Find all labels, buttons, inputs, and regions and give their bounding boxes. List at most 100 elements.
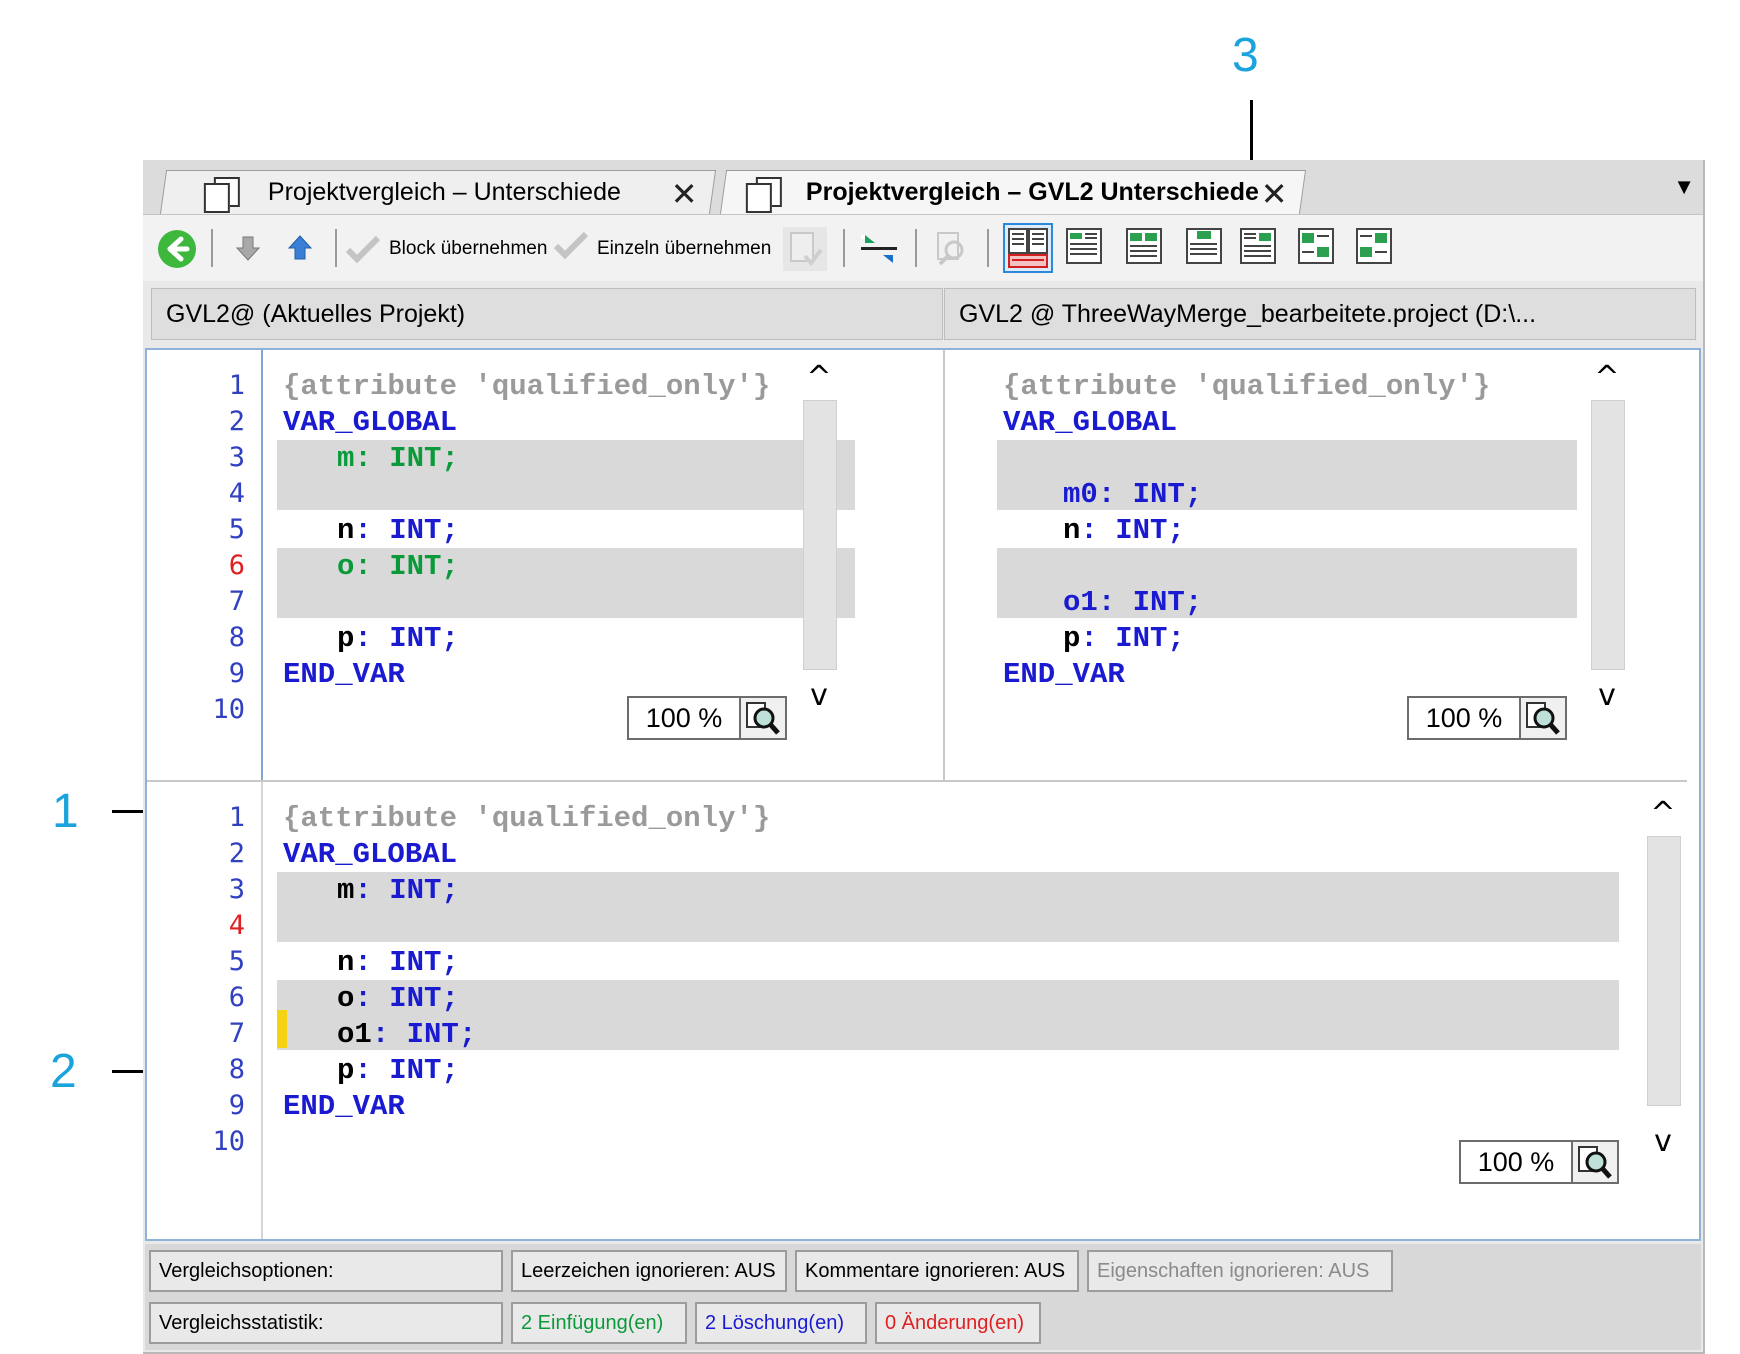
- checkmark-icon: [553, 231, 589, 260]
- scroll-up-icon[interactable]: ^: [1585, 360, 1629, 395]
- type-keyword: INT;: [389, 550, 459, 583]
- sync-selection-button[interactable]: [857, 229, 901, 269]
- scroll-track[interactable]: [1591, 400, 1625, 670]
- keyword: END_VAR: [1003, 658, 1125, 691]
- line-number: 3: [228, 874, 245, 905]
- scroll-down-icon[interactable]: v: [797, 678, 841, 713]
- merge-result-editor[interactable]: 1 2 3 4 5 6 7 8 9 10 {attribute 'qualifi…: [147, 782, 1699, 1239]
- scroll-down-icon[interactable]: v: [1585, 678, 1629, 713]
- accept-document-button[interactable]: [783, 227, 827, 271]
- code-line: VAR_GLOBAL: [283, 838, 457, 871]
- zoom-button[interactable]: [741, 696, 787, 740]
- insertions-count: 2 Einfügung(en): [511, 1302, 687, 1344]
- zoom-level[interactable]: 100 %: [1407, 696, 1521, 740]
- type-keyword: INT;: [389, 622, 459, 655]
- code-line: p: INT;: [337, 622, 459, 655]
- zoom-button[interactable]: [1521, 696, 1567, 740]
- magnifier-icon: [1526, 702, 1560, 735]
- vertical-scrollbar[interactable]: ^ v: [797, 360, 841, 730]
- zoom-level[interactable]: 100 %: [627, 696, 741, 740]
- tab-list-dropdown-icon[interactable]: ▼: [1673, 174, 1695, 200]
- vertical-scrollbar[interactable]: ^ v: [1641, 796, 1685, 1176]
- view-side-by-side-button[interactable]: [1003, 223, 1053, 273]
- colon: :: [354, 442, 372, 475]
- accept-block-button[interactable]: Block übernehmen: [345, 229, 565, 269]
- code-line: o: INT;: [337, 550, 459, 583]
- code-line: {attribute 'qualified_only'}: [1003, 370, 1490, 403]
- search-document-icon: [937, 232, 964, 266]
- line-number-gutter: 1 2 3 4 5 6 7 8 9 10: [147, 350, 263, 780]
- view-mode-2-button[interactable]: [1061, 223, 1111, 273]
- scroll-up-icon[interactable]: ^: [1641, 796, 1685, 831]
- current-project-editor[interactable]: 1 2 3 4 5 6 7 8 9 10 {attribute 'qualifi…: [147, 350, 943, 780]
- scroll-track[interactable]: [1647, 836, 1681, 1106]
- line-number: 2: [228, 838, 245, 869]
- accept-block-label: Block übernehmen: [389, 238, 548, 259]
- compared-project-editor[interactable]: {attribute 'qualified_only'} VAR_GLOBAL …: [945, 350, 1699, 780]
- variable-name: o1: [1063, 586, 1098, 619]
- zoom-level[interactable]: 100 %: [1459, 1140, 1573, 1184]
- accept-single-button[interactable]: Einzeln übernehmen: [553, 225, 803, 265]
- changes-count: 0 Änderung(en): [875, 1302, 1041, 1344]
- code-line: p: INT;: [337, 1054, 459, 1087]
- tab-gvl2-differences[interactable]: Projektvergleich – GVL2 Unterschiede ✕: [719, 170, 1307, 214]
- view-mode-5-button[interactable]: [1235, 223, 1285, 273]
- tab-close-icon[interactable]: ✕: [671, 175, 698, 213]
- deletions-count: 2 Löschung(en): [695, 1302, 867, 1344]
- line-number: 7: [228, 1018, 245, 1049]
- comparison-status-bar: Vergleichsoptionen: Leerzeichen ignorier…: [145, 1244, 1701, 1350]
- back-button[interactable]: [157, 229, 197, 269]
- type-keyword: INT;: [406, 1018, 477, 1051]
- colon: :: [1080, 622, 1098, 655]
- next-difference-button[interactable]: [231, 231, 265, 265]
- line-number: 2: [228, 406, 245, 437]
- document-copy-icon: [203, 176, 240, 213]
- code-line: END_VAR: [283, 1090, 405, 1123]
- view-mode-6-button[interactable]: [1293, 223, 1343, 273]
- variable-name: p: [337, 1054, 355, 1087]
- type-keyword: INT;: [1132, 586, 1203, 619]
- view-mode-4-button[interactable]: [1181, 223, 1231, 273]
- ignore-properties-toggle[interactable]: Eigenschaften ignorieren: AUS: [1087, 1250, 1393, 1292]
- code-line: {attribute 'qualified_only'}: [283, 370, 770, 403]
- zoom-button[interactable]: [1573, 1140, 1619, 1184]
- change-marker: [277, 1010, 287, 1048]
- view-mode-7-button[interactable]: [1351, 223, 1401, 273]
- line-number: 4: [228, 910, 245, 941]
- zoom-control: 100 %: [1407, 696, 1567, 740]
- scroll-down-icon[interactable]: v: [1641, 1124, 1685, 1159]
- view-split-icon: [1356, 228, 1392, 264]
- tab-project-compare-differences[interactable]: Projektvergleich – Unterschiede ✕: [159, 170, 717, 214]
- compare-options-label: Vergleichsoptionen:: [149, 1250, 503, 1292]
- callout-2: 2: [50, 1045, 77, 1098]
- type-keyword: INT;: [1115, 514, 1185, 547]
- tab-close-icon[interactable]: ✕: [1261, 175, 1288, 213]
- variable-name: m0: [1063, 478, 1098, 511]
- vertical-scrollbar[interactable]: ^ v: [1585, 360, 1629, 730]
- ignore-whitespace-toggle[interactable]: Leerzeichen ignorieren: AUS: [511, 1250, 787, 1292]
- code-line: VAR_GLOBAL: [283, 406, 457, 439]
- line-number: 1: [228, 370, 245, 401]
- project-compare-window: Projektvergleich – Unterschiede ✕ Projek…: [143, 160, 1705, 1354]
- scroll-track[interactable]: [803, 400, 837, 670]
- line-number: 3: [228, 442, 245, 473]
- code-line: o: INT;: [337, 982, 459, 1015]
- view-mode-3-button[interactable]: [1121, 223, 1171, 273]
- variable-name: o: [337, 550, 355, 583]
- find-button[interactable]: [929, 227, 973, 271]
- toolbar-separator: [915, 229, 917, 267]
- variable-name: o: [337, 982, 355, 1015]
- variable-name: m: [337, 874, 355, 907]
- tab-strip: Projektvergleich – Unterschiede ✕ Projek…: [143, 160, 1703, 215]
- variable-name: p: [1063, 622, 1081, 655]
- variable-name: n: [337, 946, 355, 979]
- scroll-up-icon[interactable]: ^: [797, 360, 841, 395]
- ignore-comments-toggle[interactable]: Kommentare ignorieren: AUS: [795, 1250, 1079, 1292]
- colon: :: [1097, 478, 1116, 511]
- attribute-pragma: {attribute 'qualified_only'}: [283, 802, 771, 835]
- previous-difference-button[interactable]: [283, 231, 317, 265]
- line-number: 6: [228, 550, 245, 581]
- attribute-pragma: {attribute 'qualified_only'}: [1003, 370, 1491, 403]
- compare-statistics-label: Vergleichsstatistik:: [149, 1302, 503, 1344]
- back-arrow-icon: [158, 230, 196, 268]
